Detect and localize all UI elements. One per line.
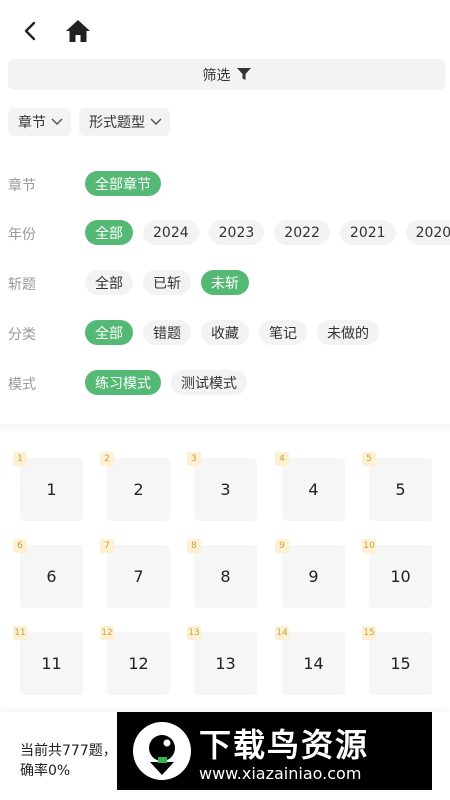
- filter-row-chapter: 章节 全部章节: [0, 171, 450, 197]
- question-cell[interactable]: 3: [194, 458, 257, 521]
- question-cell[interactable]: 12: [107, 632, 170, 695]
- filter-chip-slash[interactable]: 未斩: [201, 270, 249, 295]
- filter-chip-category[interactable]: 未做的: [317, 320, 379, 345]
- question-index-badge: 4: [275, 452, 289, 466]
- question-type-dropdown-label: 形式题型: [89, 115, 145, 131]
- filter-chip-mode[interactable]: 测试模式: [171, 370, 247, 395]
- filter-icon: [236, 68, 251, 80]
- question-cell[interactable]: 2: [107, 458, 170, 521]
- filter-chip-category[interactable]: 笔记: [259, 320, 307, 345]
- filter-label-category: 分类: [8, 327, 36, 343]
- chip-group: 全部 已斩 未斩: [85, 270, 259, 295]
- question-cell[interactable]: 14: [282, 632, 345, 695]
- back-arrow-icon[interactable]: [18, 18, 44, 44]
- question-index-badge: 14: [275, 626, 289, 640]
- question-type-dropdown[interactable]: 形式题型: [79, 108, 170, 136]
- accuracy-text: 确率0%: [20, 763, 71, 779]
- filter-row-mode: 模式 练习模式 测试模式: [0, 370, 450, 396]
- filter-label: 筛选: [202, 67, 231, 84]
- chapter-dropdown-label: 章节: [18, 115, 46, 131]
- question-cell[interactable]: 13: [194, 632, 257, 695]
- section-divider: [0, 424, 450, 432]
- home-icon[interactable]: [64, 17, 92, 45]
- filter-chip-category[interactable]: 全部: [85, 320, 133, 345]
- watermark-url: www.xiazainiao.com: [199, 764, 362, 783]
- chip-group: 全部 错题 收藏 笔记 未做的: [85, 320, 389, 345]
- dropdown-row: 章节 形式题型: [8, 108, 178, 136]
- question-cell[interactable]: 8: [194, 545, 257, 608]
- question-cell[interactable]: 10: [369, 545, 432, 608]
- question-index-badge: 10: [362, 539, 376, 553]
- question-cell[interactable]: 7: [107, 545, 170, 608]
- filter-chip-slash[interactable]: 全部: [85, 270, 133, 295]
- question-cell[interactable]: 1: [20, 458, 83, 521]
- filter-bar[interactable]: 筛选: [8, 59, 445, 90]
- question-index-badge: 11: [13, 626, 27, 640]
- chapter-dropdown[interactable]: 章节: [8, 108, 71, 136]
- question-index-badge: 6: [13, 539, 27, 553]
- watermark-banner: 下载鸟资源 www.xiazainiao.com: [117, 712, 432, 790]
- watermark-title: 下载鸟资源: [199, 726, 370, 764]
- question-cell[interactable]: 9: [282, 545, 345, 608]
- filter-chip-slash[interactable]: 已斩: [143, 270, 191, 295]
- question-cell[interactable]: 6: [20, 545, 83, 608]
- filter-label-mode: 模式: [8, 377, 36, 393]
- question-index-badge: 13: [187, 626, 201, 640]
- filter-label-year: 年份: [8, 227, 36, 243]
- question-index-badge: 8: [187, 539, 201, 553]
- filter-row-slash: 斩题 全部 已斩 未斩: [0, 270, 450, 296]
- chip-group: 全部 2024 2023 2022 2021 2020: [85, 220, 450, 245]
- question-index-badge: 1: [13, 452, 27, 466]
- question-cell[interactable]: 15: [369, 632, 432, 695]
- filter-row-year: 年份 全部 2024 2023 2022 2021 2020: [0, 220, 450, 246]
- filter-chip-year[interactable]: 2021: [339, 220, 396, 245]
- chip-group: 全部章节: [85, 171, 171, 196]
- question-index-badge: 3: [187, 452, 201, 466]
- question-cell[interactable]: 4: [282, 458, 345, 521]
- question-index-badge: 2: [100, 452, 114, 466]
- chip-group: 练习模式 测试模式: [85, 370, 257, 395]
- filter-chip-year[interactable]: 2020: [405, 220, 450, 245]
- filter-chip-category[interactable]: 收藏: [201, 320, 249, 345]
- filter-label-slash: 斩题: [8, 277, 36, 293]
- filter-chip-year[interactable]: 2022: [274, 220, 330, 245]
- total-count-text: 当前共777题，: [20, 743, 117, 759]
- question-cell[interactable]: 5: [369, 458, 432, 521]
- chevron-down-icon: [51, 118, 63, 126]
- bird-logo-icon: [133, 722, 191, 780]
- filter-chip-mode[interactable]: 练习模式: [85, 370, 161, 395]
- question-index-badge: 15: [362, 626, 376, 640]
- filter-chip-year[interactable]: 全部: [85, 220, 133, 245]
- chevron-down-icon: [150, 118, 162, 126]
- question-index-badge: 7: [100, 539, 114, 553]
- filter-label-chapter: 章节: [8, 178, 36, 194]
- question-index-badge: 9: [275, 539, 289, 553]
- filter-chip-chapter[interactable]: 全部章节: [85, 171, 161, 196]
- question-index-badge: 5: [362, 452, 376, 466]
- question-cell[interactable]: 11: [20, 632, 83, 695]
- filter-chip-year[interactable]: 2024: [143, 220, 199, 245]
- top-bar: [0, 0, 450, 58]
- filter-row-category: 分类 全部 错题 收藏 笔记 未做的: [0, 320, 450, 346]
- question-index-badge: 12: [100, 626, 114, 640]
- filter-chip-year[interactable]: 2023: [208, 220, 265, 245]
- filter-chip-category[interactable]: 错题: [143, 320, 191, 345]
